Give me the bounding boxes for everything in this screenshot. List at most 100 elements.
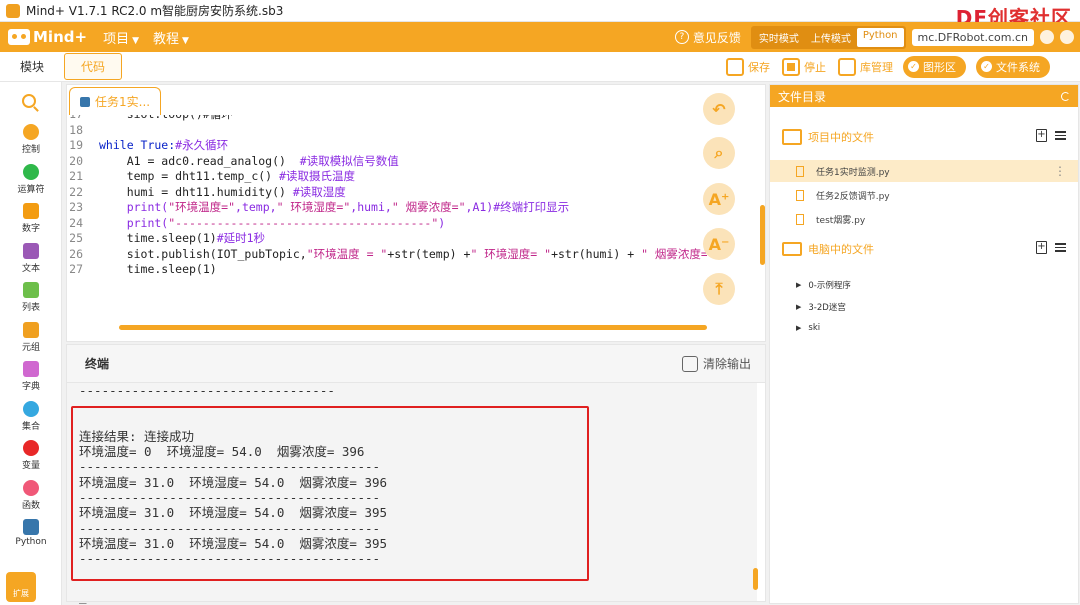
font-decrease-icon[interactable]: A⁻: [703, 228, 735, 260]
project-files-title: 项目中的文件: [808, 131, 874, 144]
category-label: 数字: [21, 224, 40, 234]
pc-folder-item[interactable]: ▶ ski: [796, 323, 820, 333]
code-token: +str(temp) +: [387, 246, 471, 261]
code-token: print(: [99, 200, 169, 214]
code-token: ,temp,: [235, 200, 277, 214]
category-2[interactable]: 数字: [0, 203, 62, 234]
code-token: ,humi,: [350, 200, 392, 214]
help-icon: ?: [674, 30, 689, 44]
feedback-button[interactable]: ? 意见反馈: [674, 29, 741, 46]
add-file-icon[interactable]: +: [1036, 129, 1047, 142]
clear-output-button[interactable]: 清除输出: [681, 355, 751, 372]
category-label: 运算符: [17, 184, 45, 195]
code-token: time.sleep(1): [99, 231, 217, 245]
line-number: 18: [69, 122, 83, 137]
monitor-icon: [782, 242, 802, 256]
expand-icon[interactable]: ▶: [796, 281, 801, 289]
scroll-top-icon[interactable]: ⤒: [703, 273, 735, 305]
tab-code[interactable]: 代码: [64, 53, 123, 80]
line-source: print("环境温度=",temp," 环境湿度=",humi," 烟雾浓度=…: [99, 200, 569, 216]
editor-file-tab[interactable]: 任务1实...: [69, 87, 162, 115]
mode-realtime[interactable]: 实时模式: [753, 28, 805, 47]
menu-bar: Mind+ 项目 ▼ 教程 ▼ ? 意见反馈 实时模式 上传模式 Python mc…: [0, 22, 1080, 52]
code-token: ): [438, 215, 446, 230]
mode-upload[interactable]: 上传模式: [805, 28, 857, 47]
terminal-scrollbar[interactable]: [753, 568, 758, 590]
stop-button[interactable]: 停止: [782, 57, 826, 76]
menu-project[interactable]: 项目 ▼: [103, 28, 139, 47]
category-8[interactable]: 变量: [0, 440, 62, 471]
code-line: 18: [67, 123, 707, 139]
category-3[interactable]: 文本: [0, 242, 62, 274]
code-token: "-------------------------------------": [168, 215, 439, 230]
add-file-icon[interactable]: +: [1036, 241, 1047, 254]
category-5[interactable]: 元组: [0, 321, 62, 353]
expand-icon[interactable]: ▶: [796, 324, 801, 332]
editor-file-tab-label: 任务1实...: [95, 95, 151, 109]
save-button[interactable]: 保存: [726, 57, 770, 76]
category-9[interactable]: 函数: [0, 479, 62, 511]
code-line: 20 A1 = adc0.read_analog() #读取模拟信号数值: [67, 154, 707, 170]
code-line: 23 print("环境温度=",temp," 环境湿度=",humi," 烟雾…: [67, 200, 707, 216]
file-directory-panel: 文件目录 项目中的文件 + 任务1实时监测.py ⋮ 任务2反馈调节.py test烟…: [769, 84, 1079, 604]
tab-blocks[interactable]: 模块: [4, 54, 60, 79]
expand-icon[interactable]: ▶: [796, 303, 801, 311]
project-file-item[interactable]: 任务2反馈调节.py: [770, 184, 1078, 206]
line-source: siot.publish(IOT_pubTopic,"环境温度 = "+str(…: [99, 247, 707, 263]
menu-right-group: ? 意见反馈 实时模式 上传模式 Python mc.DFRobot.com.c…: [674, 25, 1074, 49]
pc-folder-item[interactable]: ▶ 0-示例程序: [796, 279, 851, 291]
save-label: 保存: [748, 60, 770, 74]
filesystem-toggle[interactable]: ✓ 文件系统: [976, 55, 1050, 78]
graphics-toggle[interactable]: ✓ 图形区: [903, 55, 966, 78]
category-label: 列表: [21, 303, 40, 313]
code-token: #读取摄氏温度: [279, 169, 355, 183]
project-files-actions: +: [1036, 129, 1066, 142]
settings-icon[interactable]: [1040, 30, 1054, 44]
vertical-scrollbar[interactable]: [760, 205, 765, 265]
code-text[interactable]: 17 siot.loop()#循环1819while True:#永久循环20 …: [67, 115, 707, 315]
category-icon: [23, 440, 39, 456]
code-token: humi = dht11.humidity(): [99, 184, 293, 199]
more-options-icon[interactable]: ⋮: [1054, 164, 1066, 178]
code-line: 25 time.sleep(1)#延时1秒: [67, 231, 707, 247]
undo-icon[interactable]: ↶: [703, 93, 735, 125]
library-button[interactable]: 库管理: [838, 57, 893, 76]
search-icon[interactable]: [22, 94, 36, 108]
terminal-panel: 终端 清除输出 --------------------------------…: [66, 344, 766, 604]
terminal-prompt[interactable]: _: [79, 589, 87, 604]
refresh-icon[interactable]: [1061, 91, 1070, 101]
library-label: 库管理: [860, 60, 893, 74]
line-source: print("---------------------------------…: [99, 215, 446, 232]
folder-name: 0-示例程序: [808, 281, 851, 291]
category-4[interactable]: 列表: [0, 282, 62, 313]
search-code-icon[interactable]: ⌕: [703, 137, 735, 169]
category-7[interactable]: 集合: [0, 400, 62, 432]
line-source: while True:#永久循环: [99, 138, 228, 154]
line-source: time.sleep(1): [99, 262, 217, 278]
category-1[interactable]: 运算符: [0, 163, 62, 195]
mode-python[interactable]: Python: [856, 27, 904, 47]
terminal-output[interactable]: ---------------------------------- 连接结果: …: [67, 383, 758, 604]
file-panel-header: 文件目录: [770, 85, 1078, 107]
window-title: Mind+ V1.7.1 RC2.0 m智能厨房安防系统.sb3: [26, 4, 284, 18]
code-token: print(: [99, 215, 169, 230]
horizontal-scrollbar[interactable]: [119, 325, 707, 330]
menu-tutorial[interactable]: 教程 ▼: [153, 28, 189, 47]
category-0[interactable]: 控制: [0, 124, 62, 155]
user-icon[interactable]: [1060, 30, 1074, 44]
project-file-item[interactable]: 任务1实时监测.py ⋮: [770, 160, 1078, 182]
extension-button[interactable]: 扩展: [6, 572, 36, 602]
terminal-header: 终端 清除输出: [67, 345, 765, 383]
category-label: 控制: [21, 145, 40, 155]
filesystem-label: 文件系统: [996, 60, 1040, 74]
line-source: humi = dht11.humidity() #读取湿度: [99, 185, 346, 201]
project-file-item[interactable]: test烟雾.py: [770, 208, 1078, 230]
font-increase-icon[interactable]: A⁺: [703, 183, 735, 215]
code-line: 19 while True:#永久循环: [67, 138, 707, 154]
category-6[interactable]: 字典: [0, 361, 62, 392]
menu-icon[interactable]: [1055, 131, 1066, 140]
category-10[interactable]: Python: [0, 519, 62, 547]
menu-icon[interactable]: [1055, 243, 1066, 252]
terminal-title: 终端: [85, 357, 110, 371]
pc-folder-item[interactable]: ▶ 3-2D迷宫: [796, 301, 846, 313]
